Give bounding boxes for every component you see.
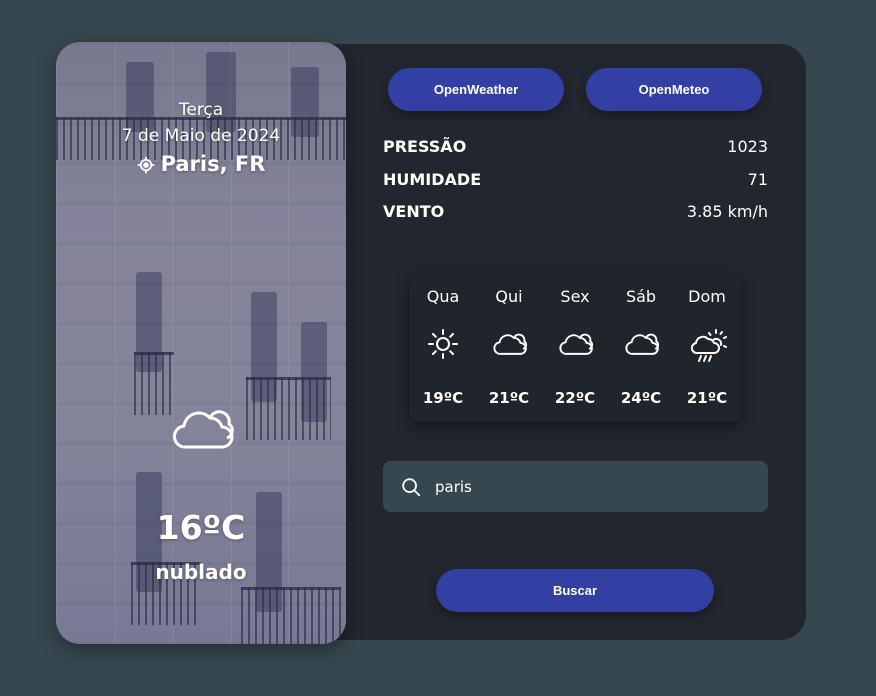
humidity-value: 71 [747,170,768,189]
cloud-icon [559,328,593,364]
forecast-day: Qua 19ºC [410,274,476,422]
pressure-label: PRESSÃO [383,137,467,156]
forecast-day-name: Qua [426,287,460,306]
forecast-day-name: Qui [495,287,523,306]
wind-label: VENTO [383,202,445,221]
forecast-day: Sex 22ºC [542,274,608,422]
forecast-panel: Qua 19ºC Qui 21ºC Sex 22ºC Sáb 24ºC Dom … [410,274,740,422]
forecast-temp: 21ºC [686,389,728,407]
humidity-label: HUMIDADE [383,170,482,189]
city-photo: Terça 7 de Maio de 2024 Paris, FR 16ºC n… [56,42,346,644]
sun-icon [427,328,459,364]
pressure-row: PRESSÃO 1023 [383,137,768,156]
search-button[interactable]: Buscar [436,569,714,612]
forecast-day: Qui 21ºC [476,274,542,422]
forecast-day-name: Sex [560,287,590,306]
wind-row: VENTO 3.85 km/h [383,202,768,221]
pressure-value: 1023 [727,137,768,156]
location-pin-icon [137,155,155,179]
forecast-day-name: Sáb [625,287,657,306]
current-temperature: 16ºC [156,508,246,547]
forecast-temp: 19ºC [422,389,464,407]
forecast-temp: 24ºC [620,389,662,407]
current-weather-cloud-icon [172,408,234,454]
location-label: Paris, FR [56,152,346,179]
sun-rain-icon [690,328,727,368]
openmeteo-button[interactable]: OpenMeteo [586,68,762,111]
current-description: nublado [155,560,247,584]
humidity-row: HUMIDADE 71 [383,170,768,189]
current-date: 7 de Maio de 2024 [121,126,281,146]
search-input[interactable] [433,474,757,500]
openweather-button[interactable]: OpenWeather [388,68,564,111]
forecast-day: Sáb 24ºC [608,274,674,422]
forecast-day: Dom 21ºC [674,274,740,422]
search-icon [400,476,422,502]
forecast-day-name: Dom [688,287,726,306]
location-text: Paris, FR [160,152,266,176]
current-day-name: Terça [178,100,224,120]
wind-value: 3.85 km/h [686,202,768,221]
forecast-temp: 22ºC [554,389,596,407]
search-box [383,461,768,512]
cloud-icon [493,328,527,364]
cloud-icon [625,328,659,364]
forecast-temp: 21ºC [488,389,530,407]
